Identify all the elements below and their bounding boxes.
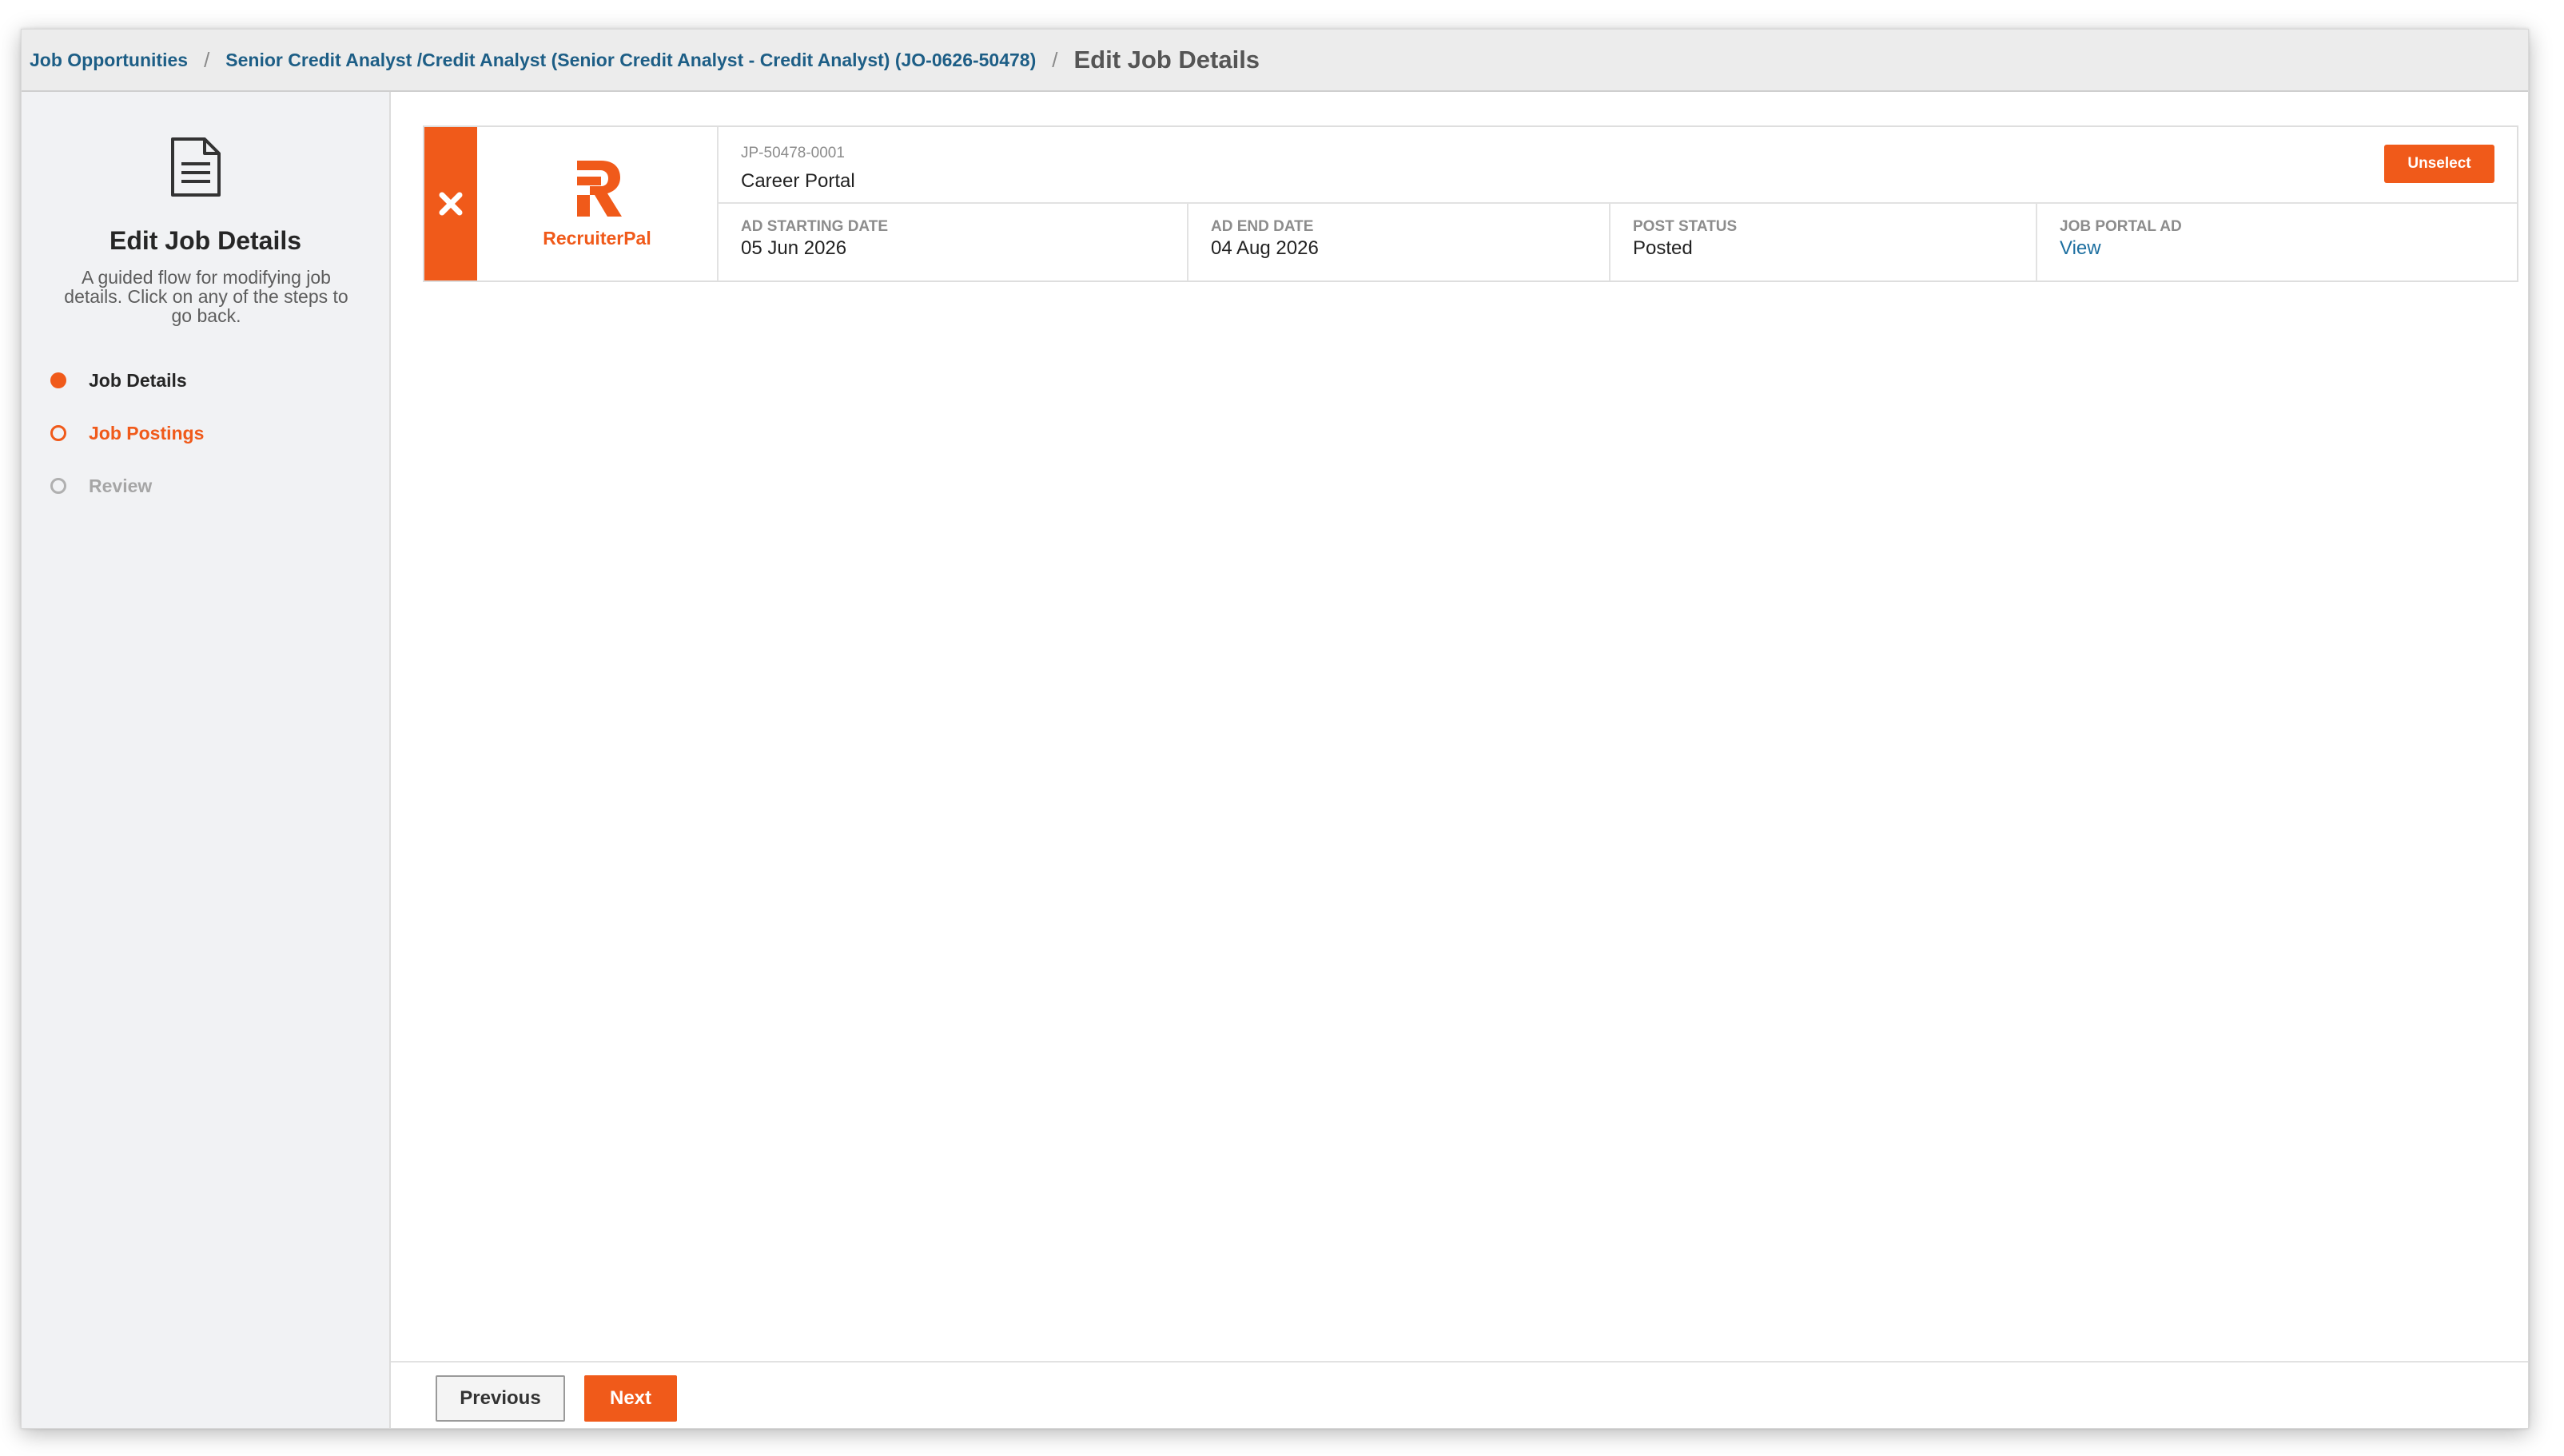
ad-end-date: 04 Aug 2026 [1211, 237, 1319, 259]
job-portal-ad-cell: JOB PORTAL AD View [2036, 204, 2517, 280]
unselect-button[interactable]: Unselect [2384, 145, 2494, 183]
page-title: Edit Job Details [1073, 46, 1260, 74]
close-icon [439, 192, 463, 216]
breadcrumb-separator: / [204, 47, 210, 72]
next-button[interactable]: Next [584, 1375, 677, 1422]
sidebar-description: A guided flow for modifying job details.… [64, 267, 348, 326]
previous-button[interactable]: Previous [436, 1375, 565, 1422]
post-status: Posted [1633, 237, 1693, 259]
step-label: Review [89, 475, 153, 496]
job-portal-logo: RecruiterPal [477, 127, 719, 280]
app-window: Job Opportunities / Senior Credit Analys… [21, 29, 2529, 1429]
posting-header: JP-50478-0001 Career Portal Unselect [719, 127, 2517, 204]
step-pending-icon [50, 478, 66, 494]
step-job-details[interactable]: Job Details [50, 354, 204, 407]
breadcrumb-job-opportunity[interactable]: Senior Credit Analyst /Credit Analyst (S… [225, 50, 1036, 71]
job-posting-card: RecruiterPal JP-50478-0001 Career Portal… [423, 125, 2518, 282]
document-icon [171, 137, 221, 197]
posting-id: JP-50478-0001 [741, 145, 845, 161]
sidebar: Edit Job Details A guided flow for modif… [22, 92, 391, 1428]
step-current-icon [50, 425, 66, 441]
step-review[interactable]: Review [50, 459, 204, 512]
breadcrumb-separator: / [1052, 47, 1058, 72]
step-label: Job Details [89, 369, 187, 391]
field-label: AD END DATE [1211, 218, 1314, 235]
footer-actions: Previous Next [391, 1361, 2528, 1428]
ad-start-date: 05 Jun 2026 [741, 237, 847, 259]
step-label: Job Postings [89, 422, 205, 444]
breadcrumb: Job Opportunities / Senior Credit Analys… [22, 30, 2528, 92]
sidebar-title: Edit Job Details [109, 226, 302, 255]
breadcrumb-job-opportunities[interactable]: Job Opportunities [30, 50, 188, 71]
field-label: JOB PORTAL AD [2060, 218, 2182, 235]
post-status-cell: POST STATUS Posted [1609, 204, 2036, 280]
step-list: Job Details Job Postings Review [50, 354, 204, 512]
recruiterpal-logo-icon [577, 160, 622, 217]
step-job-postings[interactable]: Job Postings [50, 407, 204, 459]
ad-start-date-cell: AD STARTING DATE 05 Jun 2026 [719, 204, 1187, 280]
remove-posting-button[interactable] [424, 127, 477, 280]
posting-details: AD STARTING DATE 05 Jun 2026 AD END DATE… [719, 204, 2517, 280]
field-label: AD STARTING DATE [741, 218, 889, 235]
ad-end-date-cell: AD END DATE 04 Aug 2026 [1187, 204, 1609, 280]
step-completed-icon [50, 372, 66, 388]
field-label: POST STATUS [1633, 218, 1738, 235]
view-ad-link[interactable]: View [2060, 237, 2101, 260]
posting-name: Career Portal [741, 170, 855, 192]
logo-text: RecruiterPal [543, 227, 651, 249]
